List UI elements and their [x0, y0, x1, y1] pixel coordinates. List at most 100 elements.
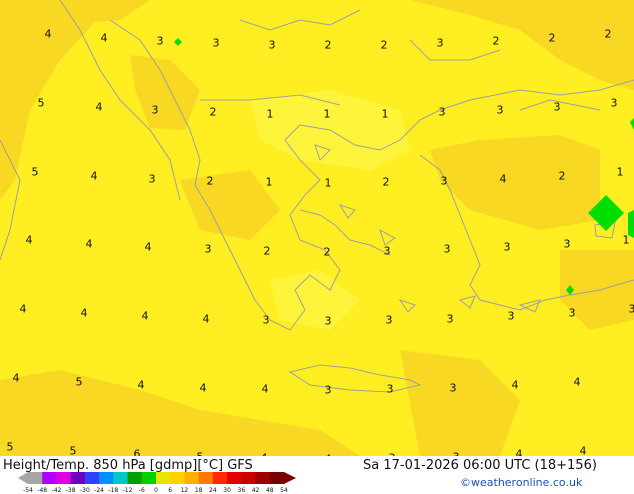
temperature-value: 3 — [497, 105, 504, 116]
scale-segment — [170, 472, 185, 484]
weather-map: 4 4 3 3 3 2 2 3 2 2 2 5 4 3 2 1 1 1 3 3 3 3 5 4 3 2 1 1 2 3 4 2 1 4 4 4 3 2 2 3… — [0, 0, 634, 456]
temperature-value: 4 — [26, 235, 33, 246]
scale-segment — [85, 472, 100, 484]
temperature-value: 4 — [81, 308, 88, 319]
scale-tick-label: 18 — [195, 487, 203, 494]
temperature-value: 4 — [262, 384, 269, 395]
scale-segment — [56, 472, 71, 484]
temperature-value: 4 — [574, 377, 581, 388]
temperature-value: 3 — [444, 244, 451, 255]
temperature-value: 3 — [386, 315, 393, 326]
scale-segment — [270, 472, 285, 484]
temperature-value: 1 — [325, 178, 332, 189]
scale-left-arrow — [18, 472, 28, 484]
temperature-value: 3 — [149, 174, 156, 185]
scale-tick-label: -48 — [37, 487, 47, 494]
temperature-value: 4 — [516, 449, 523, 457]
temperature-value: 3 — [508, 311, 515, 322]
temperature-value: 1 — [266, 177, 273, 188]
temperature-value: 2 — [383, 177, 390, 188]
temperature-value: 4 — [96, 102, 103, 113]
temperature-value: 2 — [210, 107, 217, 118]
map-footer: Height/Temp. 850 hPa [gdmp][°C] GFS Sa 1… — [0, 456, 634, 490]
scale-segment — [99, 472, 114, 484]
temperature-value: 1 — [623, 235, 630, 246]
temperature-value: 5 — [70, 446, 77, 457]
temperature-value: 2 — [549, 33, 556, 44]
temperature-value: 4 — [580, 446, 587, 457]
scale-tick-label: -18 — [108, 487, 118, 494]
scale-tick-label: 30 — [223, 487, 231, 494]
scale-tick-label: -24 — [94, 487, 104, 494]
temperature-value: 4 — [13, 373, 20, 384]
scale-segment — [199, 472, 214, 484]
temperature-value: 2 — [325, 40, 332, 51]
temperature-value: 3 — [611, 98, 618, 109]
temperature-value: 3 — [157, 36, 164, 47]
temperature-value: 3 — [447, 314, 454, 325]
scale-tick-label: 24 — [209, 487, 217, 494]
credit-link[interactable]: ©weatheronline.co.uk — [460, 476, 582, 489]
scale-tick-label: -6 — [139, 487, 145, 494]
scale-segment — [128, 472, 143, 484]
temperature-value: 1 — [324, 109, 331, 120]
temperature-value: 2 — [264, 246, 271, 257]
temperature-value: 4 — [203, 314, 210, 325]
run-info: Sa 17-01-2026 06:00 UTC (18+156) — [363, 458, 597, 473]
temperature-value: 5 — [38, 98, 45, 109]
temperature-value: 4 — [200, 383, 207, 394]
scale-tick-label: -30 — [80, 487, 90, 494]
scale-tick-label: -54 — [23, 487, 33, 494]
scale-segment — [42, 472, 57, 484]
scale-tick-label: 36 — [238, 487, 246, 494]
temperature-value: 3 — [437, 38, 444, 49]
scale-segment — [28, 472, 43, 484]
temperature-value: 3 — [441, 176, 448, 187]
temperature-value: 2 — [324, 247, 331, 258]
temperature-value: 3 — [269, 40, 276, 51]
scale-tick-label: 0 — [154, 487, 158, 494]
scale-segment — [71, 472, 86, 484]
temperature-value: 2 — [493, 36, 500, 47]
temperature-value: 4 — [101, 33, 108, 44]
temperature-value: 2 — [559, 171, 566, 182]
temperature-value: 3 — [450, 383, 457, 394]
scale-segment — [241, 472, 256, 484]
map-canvas — [0, 0, 634, 456]
temperature-value: 3 — [325, 316, 332, 327]
temperature-value: 3 — [569, 308, 576, 319]
temperature-value: 3 — [325, 385, 332, 396]
temperature-value: 3 — [205, 244, 212, 255]
temperature-value: 5 — [76, 377, 83, 388]
temperature-value: 2 — [207, 176, 214, 187]
scale-segment — [113, 472, 128, 484]
scale-tick-label: -42 — [52, 487, 62, 494]
temperature-value: 4 — [500, 174, 507, 185]
scale-tick-label: -38 — [66, 487, 76, 494]
map-title: Height/Temp. 850 hPa [gdmp][°C] GFS — [3, 458, 253, 473]
temperature-value: 4 — [145, 242, 152, 253]
temperature-value: 2 — [381, 40, 388, 51]
scale-tick-label: 48 — [266, 487, 274, 494]
color-scale — [18, 472, 296, 484]
scale-tick-label: 6 — [168, 487, 172, 494]
scale-segment — [142, 472, 157, 484]
temperature-value: 3 — [629, 304, 634, 315]
temperature-value: 3 — [387, 384, 394, 395]
scale-segment — [156, 472, 171, 484]
temperature-value: 1 — [267, 109, 274, 120]
temperature-value: 3 — [504, 242, 511, 253]
temperature-value: 1 — [617, 167, 624, 178]
scale-tick-label: 42 — [252, 487, 260, 494]
temperature-value: 3 — [554, 102, 561, 113]
scale-tick-label: 54 — [280, 487, 288, 494]
temperature-value: 4 — [138, 380, 145, 391]
temperature-value: 3 — [439, 107, 446, 118]
temperature-value: 4 — [20, 304, 27, 315]
temperature-value: 1 — [382, 109, 389, 120]
temperature-value: 3 — [152, 105, 159, 116]
scale-tick-label: 12 — [181, 487, 189, 494]
temperature-value: 3 — [384, 246, 391, 257]
temperature-value: 2 — [605, 29, 612, 40]
temperature-value: 4 — [512, 380, 519, 391]
